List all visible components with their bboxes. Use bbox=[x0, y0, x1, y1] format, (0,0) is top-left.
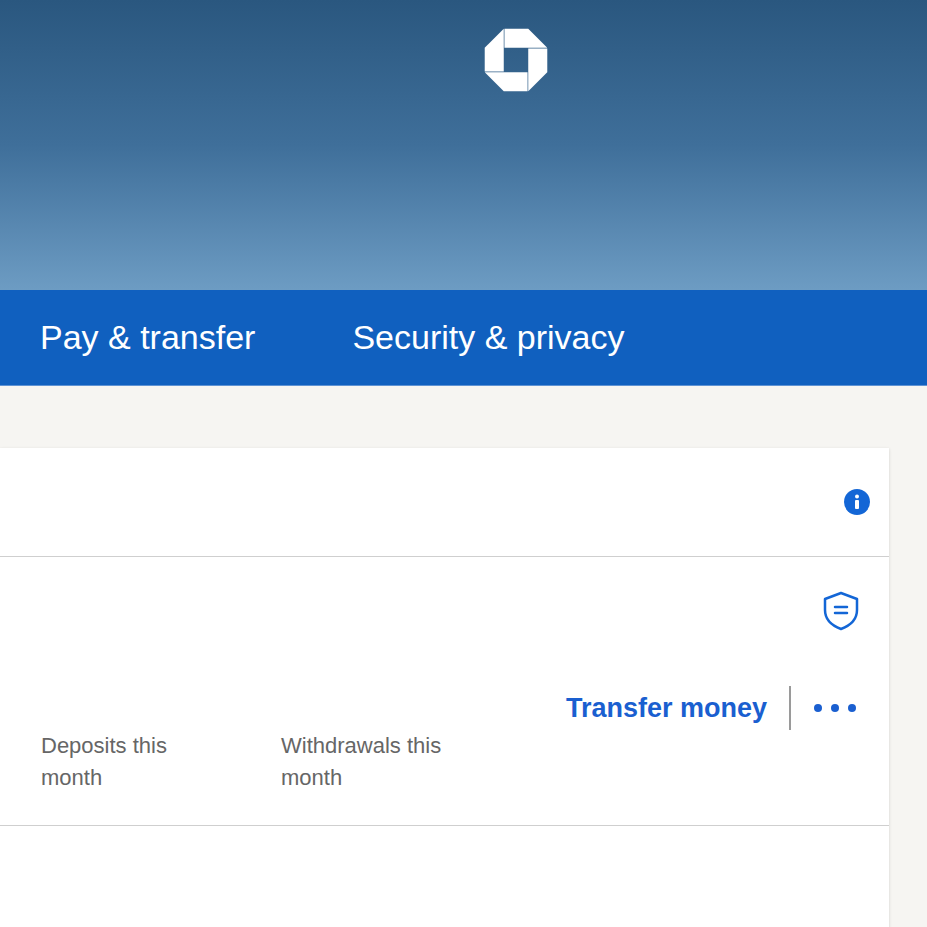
shield-icon[interactable] bbox=[821, 590, 861, 632]
stat-label: Deposits this month bbox=[41, 730, 226, 794]
stat-cell: Withdrawals this month bbox=[281, 730, 521, 794]
main-nav: Pay & transfer Security & privacy bbox=[0, 290, 927, 386]
transfer-money-link[interactable]: Transfer money bbox=[566, 688, 767, 729]
divider bbox=[789, 686, 791, 730]
account-card: Transfer money Deposits this month Withdr… bbox=[0, 448, 889, 927]
nav-item[interactable]: Pay & transfer bbox=[40, 312, 255, 363]
chase-logo-icon[interactable] bbox=[482, 26, 550, 94]
stat-cell: Deposits this month bbox=[41, 730, 281, 794]
header-banner bbox=[0, 0, 927, 290]
stat-label: Withdrawals this month bbox=[281, 730, 466, 794]
more-options-icon[interactable] bbox=[813, 703, 857, 713]
info-icon[interactable] bbox=[844, 489, 870, 515]
nav-item[interactable]: Security & privacy bbox=[352, 312, 624, 363]
